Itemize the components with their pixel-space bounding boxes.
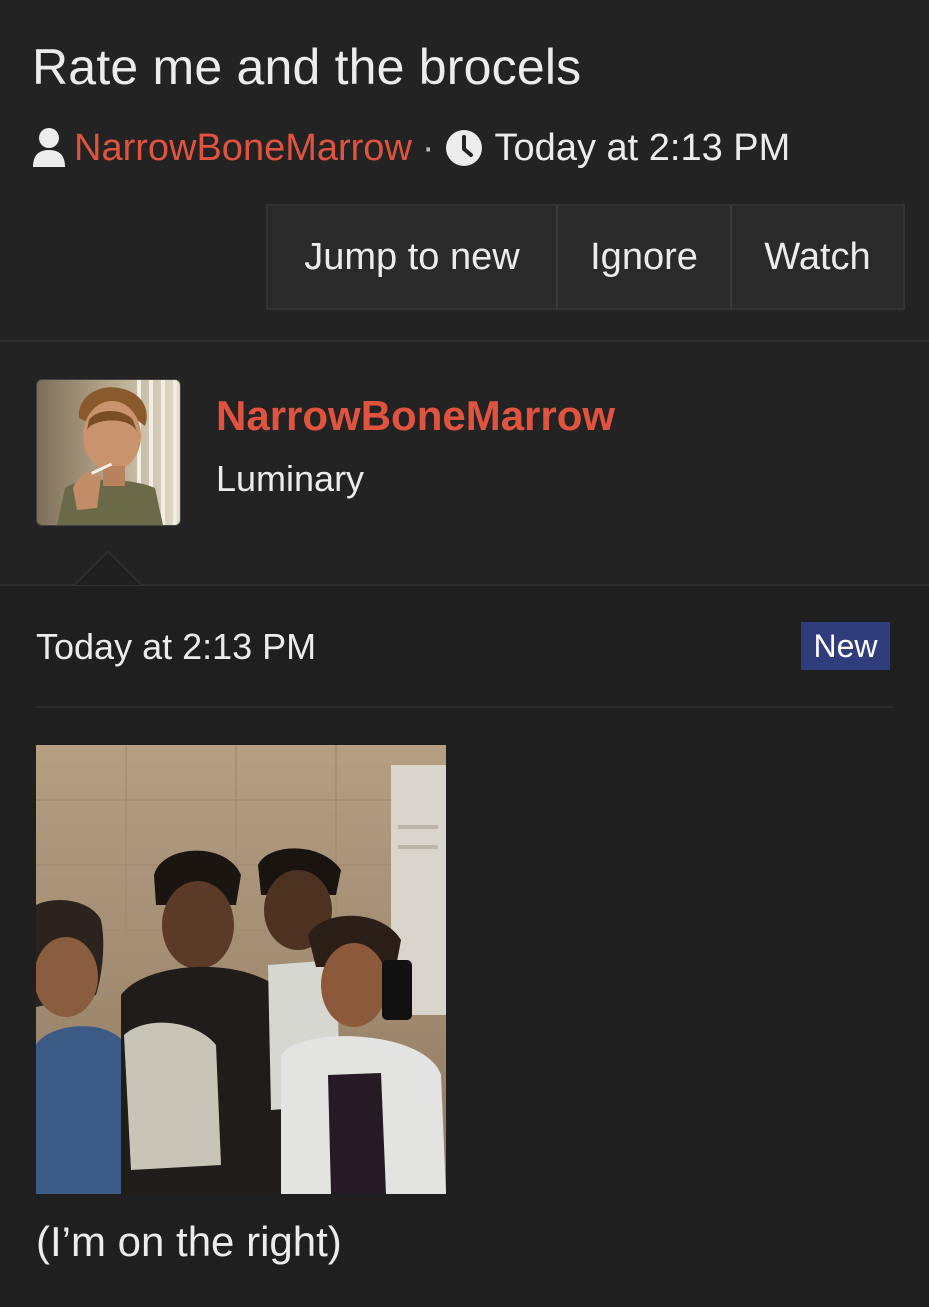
user-title: Luminary: [216, 458, 365, 499]
post-image[interactable]: [36, 745, 446, 1194]
post-user-block: NarrowBoneMarrow Luminary: [0, 342, 929, 584]
thread-header: Rate me and the brocels NarrowBoneMarrow…: [0, 0, 929, 340]
user-block-arrow-fill: [76, 553, 140, 585]
post-divider: [36, 706, 893, 708]
thread-date[interactable]: Today at 2:13 PM: [495, 127, 791, 170]
post-date[interactable]: Today at 2:13 PM: [36, 626, 316, 668]
thread-author-link[interactable]: NarrowBoneMarrow: [74, 127, 412, 170]
post-caption: (I’m on the right): [36, 1218, 342, 1265]
ignore-button[interactable]: Ignore: [558, 206, 732, 308]
thread-actions: Jump to new Ignore Watch: [266, 204, 905, 310]
new-badge: New: [801, 622, 890, 670]
thread-title: Rate me and the brocels: [32, 39, 582, 95]
thread-meta: NarrowBoneMarrow · Today at 2:13 PM: [32, 124, 790, 172]
user-icon: [33, 128, 65, 167]
jump-to-new-button[interactable]: Jump to new: [268, 206, 558, 308]
watch-button[interactable]: Watch: [732, 206, 903, 308]
clock-icon: [445, 130, 482, 166]
avatar[interactable]: [36, 379, 181, 526]
meta-separator: ·: [421, 126, 435, 169]
post-username[interactable]: NarrowBoneMarrow: [216, 392, 615, 440]
